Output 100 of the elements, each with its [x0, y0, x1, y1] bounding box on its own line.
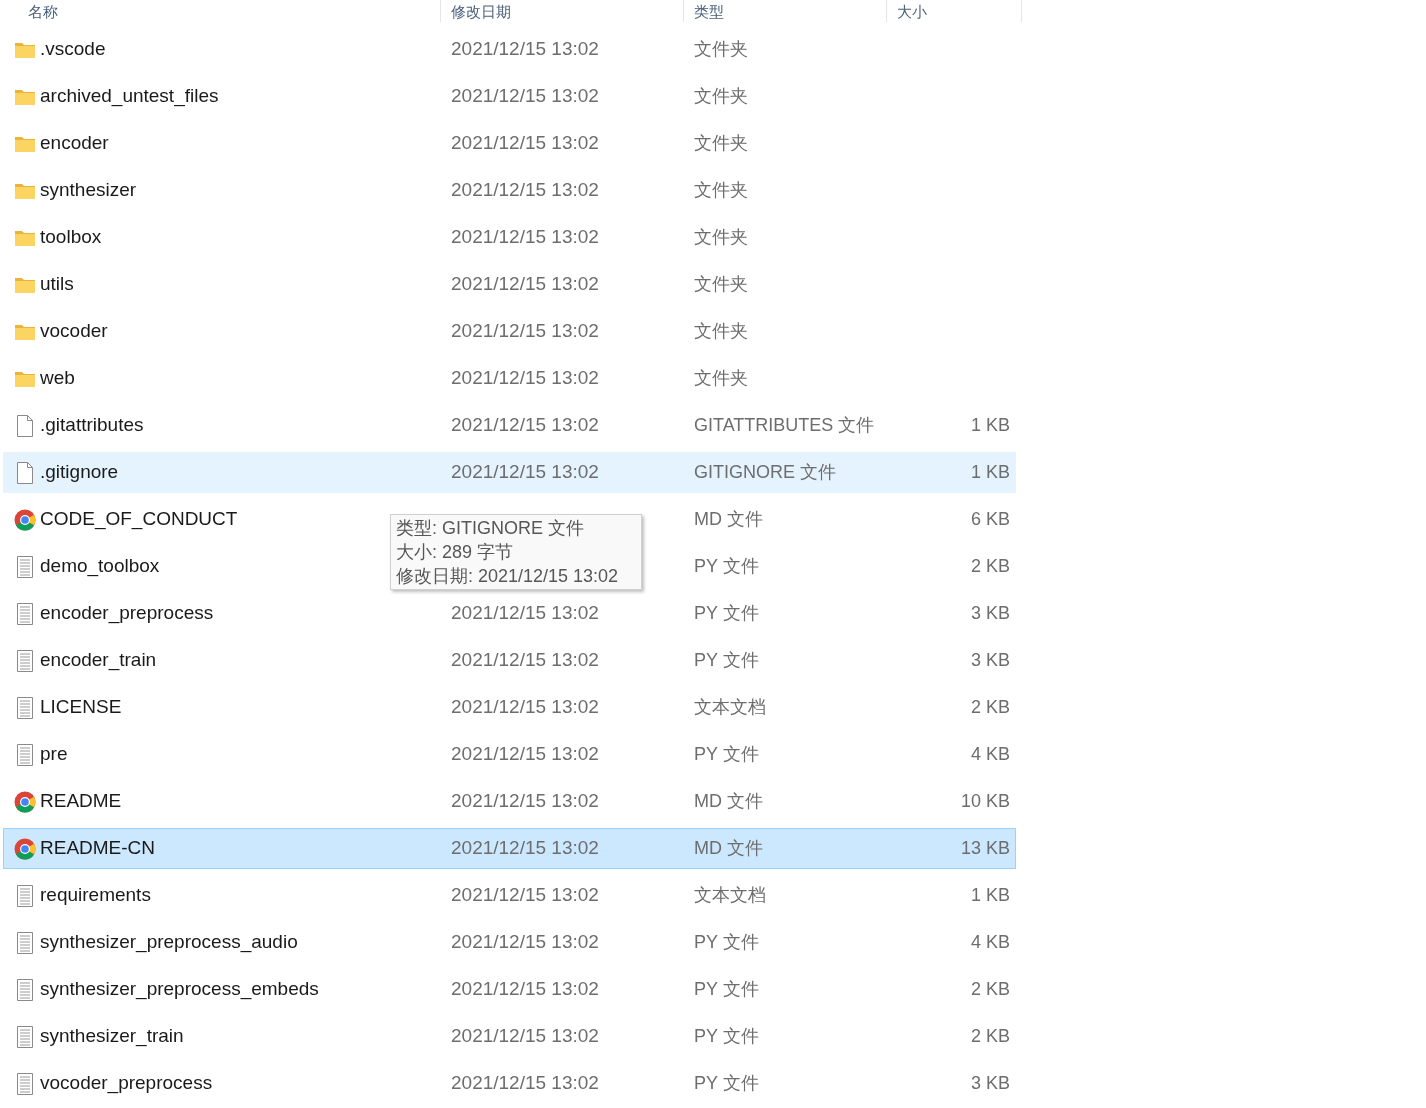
column-header[interactable]: 名称: [28, 3, 58, 20]
modified-date: 2021/12/15 13:02: [451, 743, 599, 765]
file-icon: [16, 414, 34, 437]
folder-icon: [14, 40, 36, 59]
file-name: requirements: [40, 884, 151, 906]
file-name: .gitignore: [40, 461, 119, 483]
modified-date: 2021/12/15 13:02: [451, 273, 599, 295]
modified-date: 2021/12/15 13:02: [451, 85, 599, 107]
file-size: 2 KB: [970, 978, 1010, 1001]
file-size: 3 KB: [970, 649, 1010, 672]
text-file-icon: [16, 884, 34, 907]
file-name: encoder_preprocess: [40, 602, 214, 624]
modified-date: 2021/12/15 13:02: [451, 320, 599, 342]
file-size: 1 KB: [970, 461, 1010, 484]
file-name: utils: [40, 273, 74, 295]
modified-date: 2021/12/15 13:02: [451, 132, 599, 154]
modified-date: 2021/12/15 13:02: [451, 696, 599, 718]
column-header[interactable]: 修改日期: [451, 3, 511, 20]
folder-icon: [14, 322, 36, 341]
file-name: vocoder_preprocess: [40, 1072, 213, 1094]
file-size: 4 KB: [970, 743, 1010, 766]
file-type: 文件夹: [694, 180, 748, 200]
file-type: GITATTRIBUTES 文件: [694, 415, 875, 435]
file-name: .vscode: [40, 38, 106, 60]
modified-date: 2021/12/15 13:02: [451, 367, 599, 389]
modified-date: 2021/12/15 13:02: [451, 414, 599, 436]
file-row[interactable]: .gitignore 2021/12/15 13:02 GITIGNORE 文件 1 KB: [3, 452, 1016, 493]
tooltip-line: 大小: 289 字节: [396, 541, 515, 564]
file-name: encoder_train: [40, 649, 157, 671]
file-name: README: [40, 790, 122, 812]
file-type: PY 文件: [694, 979, 759, 999]
text-file-icon: [16, 696, 34, 719]
folder-icon: [14, 181, 36, 200]
folder-icon: [14, 134, 36, 153]
file-size: 13 KB: [960, 837, 1010, 860]
file-type: PY 文件: [694, 1073, 759, 1093]
file-type: PY 文件: [694, 556, 759, 576]
file-name: synthesizer_train: [40, 1025, 184, 1047]
file-type: PY 文件: [694, 650, 759, 670]
modified-date: 2021/12/15 13:02: [451, 38, 599, 60]
file-type: 文件夹: [694, 368, 748, 388]
file-type: PY 文件: [694, 1026, 759, 1046]
browser-icon: [14, 508, 36, 531]
file-name: synthesizer: [40, 179, 137, 201]
browser-icon: [14, 837, 36, 860]
modified-date: 2021/12/15 13:02: [451, 602, 599, 624]
file-name: demo_toolbox: [40, 555, 160, 577]
file-name: pre: [40, 743, 68, 765]
text-file-icon: [16, 931, 34, 954]
tooltip-line: 修改日期: 2021/12/15 13:02: [396, 565, 620, 588]
text-file-icon: [16, 978, 34, 1001]
file-name: encoder: [40, 132, 109, 154]
file-name: toolbox: [40, 226, 102, 248]
modified-date: 2021/12/15 13:02: [451, 1072, 599, 1094]
text-file-icon: [16, 602, 34, 625]
file-type: 文本文档: [694, 885, 766, 905]
file-name: archived_untest_files: [40, 85, 219, 107]
folder-icon: [14, 275, 36, 294]
modified-date: 2021/12/15 13:02: [451, 837, 599, 859]
modified-date: 2021/12/15 13:02: [451, 461, 599, 483]
modified-date: 2021/12/15 13:02: [451, 931, 599, 953]
file-type: 文件夹: [694, 39, 748, 59]
modified-date: 2021/12/15 13:02: [451, 226, 599, 248]
file-size: 2 KB: [970, 696, 1010, 719]
file-size: 3 KB: [970, 602, 1010, 625]
file-size: 1 KB: [970, 414, 1010, 437]
file-name: CODE_OF_CONDUCT: [40, 508, 238, 530]
file-name: vocoder: [40, 320, 108, 342]
file-type: MD 文件: [694, 838, 763, 858]
file-type: 文件夹: [694, 321, 748, 341]
modified-date: 2021/12/15 13:02: [451, 790, 599, 812]
modified-date: 2021/12/15 13:02: [451, 884, 599, 906]
file-size: 3 KB: [970, 1072, 1010, 1095]
file-type: PY 文件: [694, 932, 759, 952]
browser-icon: [14, 790, 36, 813]
text-file-icon: [16, 1025, 34, 1048]
file-name: .gitattributes: [40, 414, 144, 436]
file-size: 4 KB: [970, 931, 1010, 954]
text-file-icon: [16, 743, 34, 766]
text-file-icon: [16, 649, 34, 672]
modified-date: 2021/12/15 13:02: [451, 179, 599, 201]
file-icon: [16, 461, 34, 484]
file-type: MD 文件: [694, 791, 763, 811]
file-name: LICENSE: [40, 696, 122, 718]
text-file-icon: [16, 1072, 34, 1095]
folder-icon: [14, 369, 36, 388]
file-name: README-CN: [40, 837, 156, 859]
file-type: GITIGNORE 文件: [694, 462, 836, 482]
file-type: 文件夹: [694, 274, 748, 294]
file-name: synthesizer_preprocess_embeds: [40, 978, 319, 1000]
file-size: 10 KB: [960, 790, 1010, 813]
column-header[interactable]: 大小: [897, 3, 927, 20]
column-header[interactable]: 类型: [694, 3, 724, 20]
file-type: MD 文件: [694, 509, 763, 529]
file-row[interactable]: README-CN 2021/12/15 13:02 MD 文件 13 KB: [3, 828, 1016, 869]
modified-date: 2021/12/15 13:02: [451, 649, 599, 671]
file-size: 2 KB: [970, 555, 1010, 578]
file-type: 文件夹: [694, 133, 748, 153]
file-type: 文件夹: [694, 86, 748, 106]
file-name: web: [40, 367, 75, 389]
